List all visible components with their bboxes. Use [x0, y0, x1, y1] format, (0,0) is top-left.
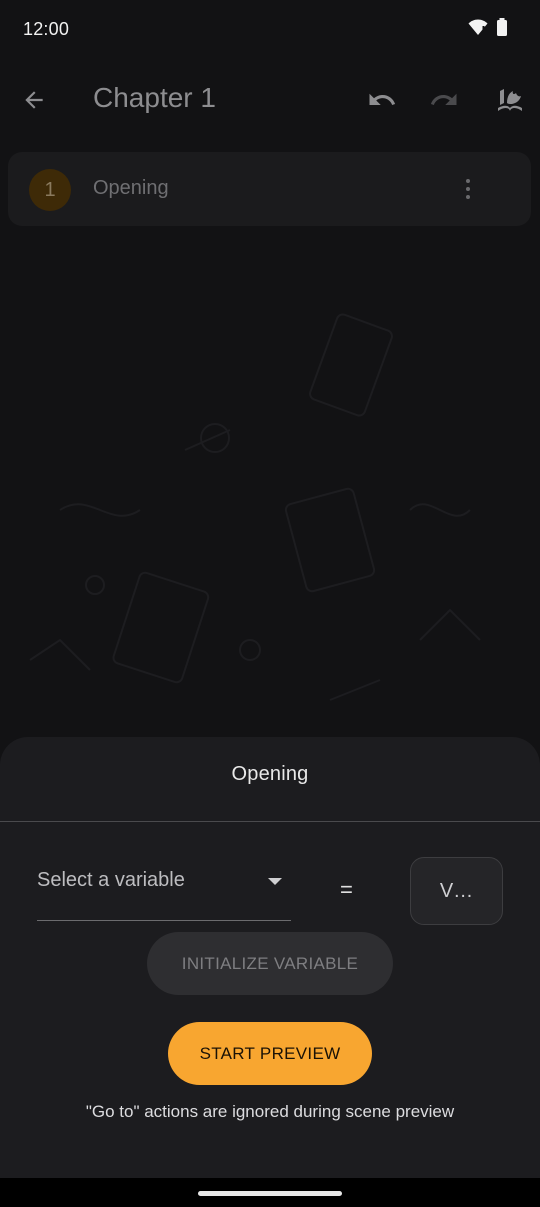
- app-bar: Chapter 1: [0, 60, 540, 138]
- redo-icon: [430, 93, 457, 105]
- home-gesture-handle[interactable]: [198, 1191, 342, 1196]
- book-button[interactable]: [490, 80, 530, 120]
- status-time: 12:00: [23, 19, 70, 39]
- more-vert-icon[interactable]: [456, 174, 480, 204]
- dropdown-arrow-icon: [268, 878, 282, 885]
- preview-note: "Go to" actions are ignored during scene…: [85, 1102, 455, 1121]
- variable-select-placeholder: Select a variable: [37, 869, 185, 891]
- wifi-icon: [468, 18, 488, 41]
- status-icons: [468, 18, 508, 41]
- navigation-bar: [0, 1178, 540, 1207]
- screen: 12:00 Chapter 1 1 Opening Opening Select…: [0, 0, 540, 1207]
- divider: [0, 821, 540, 822]
- equals-sign: =: [340, 877, 353, 902]
- background-illustration: [29, 313, 481, 701]
- undo-icon: [369, 93, 396, 105]
- book-flower-icon: [498, 89, 522, 111]
- bottom-sheet: Opening Select a variable = V… INITIALIZ…: [0, 737, 540, 1178]
- initialize-variable-button[interactable]: INITIALIZE VARIABLE: [147, 932, 393, 995]
- scene-label: Opening: [93, 177, 169, 199]
- page-title: Chapter 1: [93, 82, 216, 113]
- redo-button[interactable]: [424, 80, 464, 120]
- start-preview-button[interactable]: START PREVIEW: [168, 1022, 372, 1085]
- back-button[interactable]: [14, 80, 54, 120]
- undo-button[interactable]: [362, 80, 402, 120]
- value-input[interactable]: V…: [410, 857, 503, 925]
- arrow-back-icon: [25, 91, 43, 109]
- battery-icon: [496, 18, 508, 41]
- status-bar: 12:00: [0, 0, 540, 60]
- scene-list-item[interactable]: 1 Opening: [8, 152, 531, 226]
- variable-select[interactable]: Select a variable: [37, 859, 291, 921]
- sheet-title: Opening: [231, 763, 309, 785]
- scene-number-badge: 1: [29, 169, 71, 211]
